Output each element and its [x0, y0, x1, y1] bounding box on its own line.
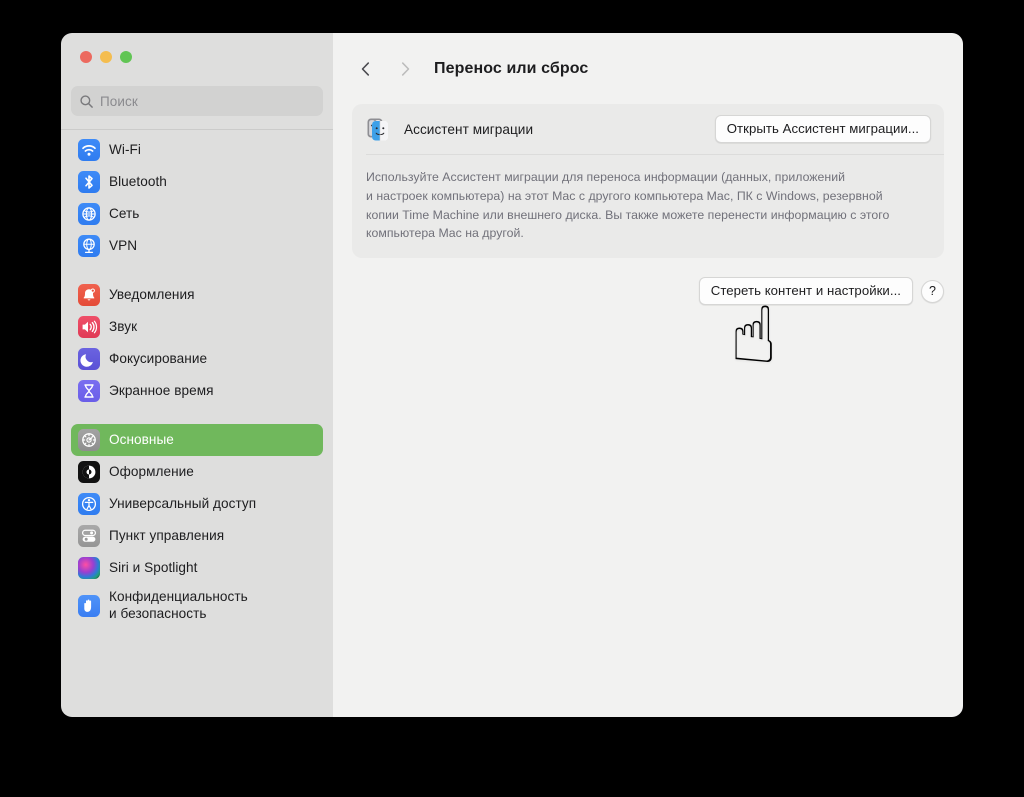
help-button[interactable]: ? — [921, 279, 944, 303]
chevron-right-icon — [401, 61, 410, 76]
close-button[interactable] — [80, 51, 92, 63]
sidebar-group-spacer — [71, 262, 323, 279]
chevron-left-icon — [361, 61, 370, 76]
sidebar-item-focus[interactable]: Фокусирование — [71, 343, 323, 375]
speaker-icon — [78, 316, 100, 338]
back-button[interactable] — [352, 55, 380, 83]
sidebar-item-wifi[interactable]: Wi-Fi — [71, 134, 323, 166]
bell-icon — [78, 284, 100, 306]
gear-icon — [78, 429, 100, 451]
toolbar: Перенос или сброс — [333, 33, 963, 104]
sidebar-item-label: Пункт управления — [109, 527, 225, 543]
sidebar-item-label: VPN — [109, 237, 138, 253]
minimize-button[interactable] — [100, 51, 112, 63]
sidebar-item-label: Оформление — [109, 463, 194, 479]
sidebar-item-privacy-security[interactable]: Конфиденциальность и безопасность — [71, 584, 323, 628]
migration-assistant-label: Ассистент миграции — [404, 121, 534, 137]
sidebar-group-spacer — [71, 407, 323, 424]
moon-icon — [78, 348, 100, 370]
sidebar-divider — [61, 129, 333, 130]
bluetooth-icon — [78, 171, 100, 193]
migration-assistant-row: Ассистент миграции Открыть Ассистент миг… — [352, 104, 944, 154]
sidebar-item-screen-time[interactable]: Экранное время — [71, 375, 323, 407]
sidebar-group-network: Wi-Fi Bluetooth Сеть VPN — [71, 134, 323, 262]
sidebar-item-network[interactable]: Сеть — [71, 198, 323, 230]
erase-content-settings-button[interactable]: Стереть контент и настройки... — [698, 277, 913, 306]
sidebar-item-label: Фокусирование — [109, 350, 208, 366]
sidebar-item-label: Основные — [109, 431, 174, 447]
open-migration-assistant-button[interactable]: Открыть Ассистент миграции... — [714, 115, 931, 143]
sidebar-item-label: Siri и Spotlight — [109, 559, 198, 575]
sidebar-group-system: Уведомления Звук Фокусирование Экранное … — [71, 279, 323, 407]
sidebar-item-notifications[interactable]: Уведомления — [71, 279, 323, 311]
hourglass-icon — [78, 380, 100, 402]
sidebar-item-label: Универсальный доступ — [109, 495, 257, 511]
sidebar-item-label: Wi-Fi — [109, 141, 141, 157]
sidebar-item-siri-spotlight[interactable]: Siri и Spotlight — [71, 552, 323, 584]
network-globe-icon — [78, 203, 100, 225]
sidebar-item-accessibility[interactable]: Универсальный доступ — [71, 488, 323, 520]
control-center-icon — [78, 525, 100, 547]
erase-row: Стереть контент и настройки... ? — [352, 277, 944, 306]
appearance-icon — [78, 461, 100, 483]
siri-icon — [78, 557, 100, 579]
vpn-globe-icon — [78, 235, 100, 257]
sidebar-item-vpn[interactable]: VPN — [71, 230, 323, 262]
sidebar-item-general[interactable]: Основные — [71, 424, 323, 456]
sidebar: Поиск Wi-Fi Bluetooth Сеть VPN Уведомлен… — [61, 33, 333, 717]
search-placeholder: Поиск — [100, 93, 138, 109]
sidebar-group-preferences: Основные Оформление Универсальный доступ… — [71, 424, 323, 628]
sidebar-item-appearance[interactable]: Оформление — [71, 456, 323, 488]
sidebar-item-label: Экранное время — [109, 382, 214, 398]
wifi-icon — [78, 139, 100, 161]
sidebar-item-label: Конфиденциальность и безопасность — [109, 589, 248, 621]
sidebar-item-label: Звук — [109, 318, 138, 334]
pointing-up-hand-cursor: ☝ — [730, 291, 778, 379]
sidebar-item-label: Bluetooth — [109, 173, 167, 189]
migration-assistant-icon — [366, 116, 393, 143]
sidebar-item-control-center[interactable]: Пункт управления — [71, 520, 323, 552]
sidebar-item-sound[interactable]: Звук — [71, 311, 323, 343]
window-traffic-lights — [80, 51, 132, 63]
main-content: Перенос или сброс Ассистент миграции Отк… — [333, 33, 963, 717]
page-title: Перенос или сброс — [434, 59, 589, 77]
accessibility-icon — [78, 493, 100, 515]
hand-privacy-icon — [78, 595, 100, 617]
search-field[interactable]: Поиск — [71, 86, 323, 116]
zoom-button[interactable] — [120, 51, 132, 63]
settings-window: Поиск Wi-Fi Bluetooth Сеть VPN Уведомлен… — [61, 33, 963, 717]
forward-button[interactable] — [391, 55, 419, 83]
sidebar-item-bluetooth[interactable]: Bluetooth — [71, 166, 323, 198]
sidebar-list: Wi-Fi Bluetooth Сеть VPN Уведомления Зву… — [61, 134, 333, 717]
search-icon — [79, 94, 94, 109]
migration-assistant-description: Используйте Ассистент миграции для перен… — [366, 170, 890, 241]
sidebar-item-label: Сеть — [109, 205, 140, 221]
sidebar-item-label: Уведомления — [109, 286, 195, 302]
migration-assistant-card: Ассистент миграции Открыть Ассистент миг… — [352, 104, 944, 259]
